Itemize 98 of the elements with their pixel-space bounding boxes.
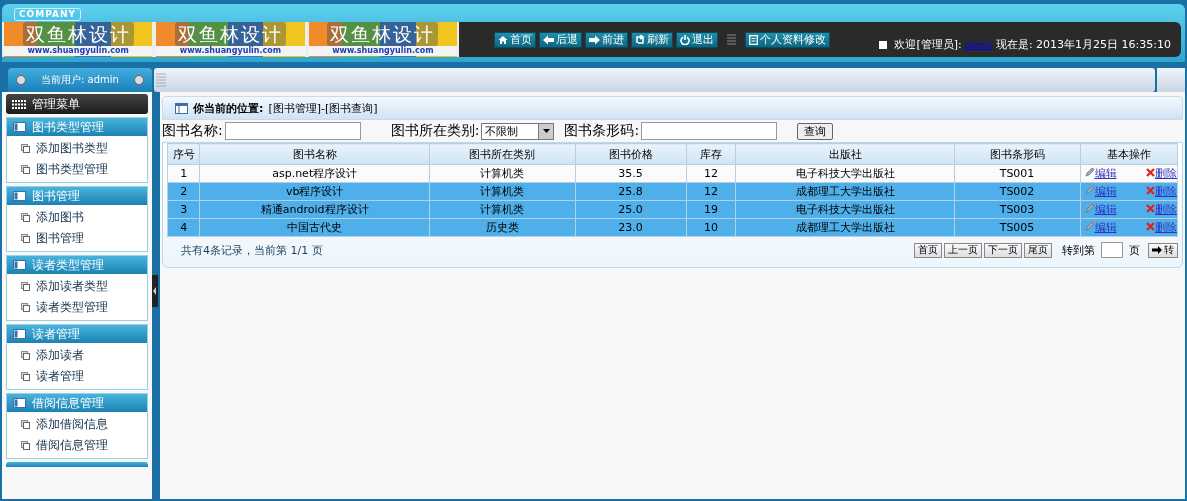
- page-icon: [21, 234, 30, 243]
- menu-item[interactable]: 读者管理: [7, 366, 147, 387]
- grid-icon: [12, 99, 26, 109]
- location-label: 你当前的位置:: [193, 100, 264, 116]
- record-summary: 共有4条记录，当前第 1/1 页: [181, 242, 323, 258]
- pencil-icon: [1084, 203, 1095, 213]
- category-dropdown[interactable]: 不限制: [481, 122, 555, 140]
- welcome-text: 欢迎[管理员]:: [894, 37, 962, 52]
- column-header: 图书条形码: [954, 143, 1080, 165]
- document-icon: [749, 34, 758, 45]
- page-icon: [21, 441, 30, 450]
- close-icon: [1146, 186, 1155, 195]
- nav-button[interactable]: 刷新: [631, 31, 673, 48]
- delete-link[interactable]: 删除: [1155, 185, 1177, 198]
- page-icon: [21, 282, 30, 291]
- close-icon: [1146, 222, 1155, 231]
- nav-button[interactable]: 退出: [676, 31, 718, 48]
- collapse-handle-icon[interactable]: [152, 275, 158, 307]
- edit-link[interactable]: 编辑: [1094, 203, 1131, 216]
- menu-item[interactable]: 添加读者类型: [7, 276, 147, 297]
- dropdown-arrow-icon: [542, 129, 550, 133]
- column-header: 序号: [167, 143, 200, 165]
- panel-icon: [13, 329, 26, 339]
- field-label: 图书所在类别:: [390, 122, 480, 140]
- column-header: 图书价格: [575, 143, 687, 165]
- panel-icon: [13, 398, 26, 408]
- column-header: 出版社: [735, 143, 955, 165]
- menu-item[interactable]: 读者类型管理: [7, 297, 147, 318]
- top-bar-end: [1157, 68, 1185, 92]
- close-icon: [1146, 168, 1155, 177]
- menu-item[interactable]: 借阅信息管理: [7, 435, 147, 456]
- page-icon: [21, 372, 30, 381]
- column-header: 图书名称: [199, 143, 430, 165]
- pencil-icon: [1084, 167, 1095, 177]
- close-icon: [1146, 204, 1155, 213]
- profile-button[interactable]: 个人资料修改: [745, 31, 830, 48]
- menu-group-header[interactable]: [6, 462, 148, 467]
- menu-item[interactable]: 添加图书: [7, 207, 147, 228]
- page-button[interactable]: 上一页: [944, 242, 982, 258]
- nav-button[interactable]: 首页: [494, 31, 536, 48]
- nav-button[interactable]: 前进: [585, 31, 628, 48]
- page-icon: [21, 144, 30, 153]
- right-arrow-icon: [589, 34, 600, 45]
- table-row[interactable]: 4 中国古代史 历史类 23.0 10 成都理工大学出版社 TS005 编辑 删除: [167, 218, 1178, 237]
- page-button[interactable]: 首页: [914, 242, 942, 258]
- panel-icon: [13, 191, 26, 201]
- column-header: 图书所在类别: [429, 143, 576, 165]
- menu-title: 管理菜单: [6, 94, 148, 114]
- page-button[interactable]: 下一页: [984, 242, 1022, 258]
- page-icon: [21, 303, 30, 312]
- page-icon: [21, 420, 30, 429]
- home-icon: [498, 34, 508, 45]
- page-icon: [21, 351, 30, 360]
- table-row[interactable]: 1 asp.net程序设计 计算机类 35.5 12 电子科技大学出版社 TS001 编辑 删除: [167, 164, 1178, 183]
- column-header: 库存: [686, 143, 736, 165]
- left-arrow-icon: [543, 34, 554, 45]
- panel-icon: [13, 122, 26, 132]
- page-number-field[interactable]: [1101, 242, 1123, 258]
- field-label: 图书条形码:: [564, 122, 640, 140]
- page-icon: [21, 213, 30, 222]
- go-button[interactable]: 转: [1148, 242, 1178, 258]
- panel-icon: [13, 260, 26, 270]
- square-icon: [879, 40, 888, 49]
- field-label: 图书名称:: [162, 122, 223, 140]
- delete-link[interactable]: 删除: [1155, 221, 1177, 234]
- column-header: 基本操作: [1080, 143, 1178, 165]
- goto-label: 转到第: [1062, 242, 1095, 258]
- menu-item[interactable]: 图书管理: [7, 228, 147, 249]
- edit-link[interactable]: 编辑: [1094, 167, 1131, 180]
- power-icon: [680, 34, 690, 45]
- menu-item[interactable]: 添加借阅信息: [7, 414, 147, 435]
- page-icon: [21, 165, 30, 174]
- delete-link[interactable]: 删除: [1155, 203, 1177, 216]
- table-row[interactable]: 3 精通android程序设计 计算机类 25.0 19 电子科技大学出版社 TS003 编辑 删除: [167, 200, 1178, 219]
- pencil-icon: [1084, 221, 1095, 231]
- menu-item[interactable]: 添加读者: [7, 345, 147, 366]
- location-path: [图书管理]-[图书查询]: [268, 100, 378, 116]
- query-button[interactable]: 查询: [797, 122, 834, 140]
- delete-link[interactable]: 删除: [1155, 167, 1177, 180]
- barcode-field[interactable]: [641, 122, 778, 140]
- grip-icon: [156, 73, 166, 87]
- nav-button[interactable]: 后退: [539, 31, 582, 48]
- current-time: 现在是: 2013年1月25日 16:35:10: [995, 37, 1171, 52]
- window-icon: [175, 102, 188, 114]
- pencil-icon: [1084, 185, 1095, 195]
- edit-link[interactable]: 编辑: [1094, 185, 1131, 198]
- page-suffix: 页: [1129, 242, 1140, 258]
- book-name-field[interactable]: [224, 122, 361, 140]
- company-label: COMPANY: [14, 8, 81, 21]
- separator-icon: [727, 33, 736, 46]
- refresh-icon: [635, 34, 645, 45]
- table-row[interactable]: 2 vb程序设计 计算机类 25.8 12 成都理工大学出版社 TS002 编辑 删除: [167, 182, 1178, 201]
- menu-item[interactable]: 添加图书类型: [7, 138, 147, 159]
- edit-link[interactable]: 编辑: [1094, 221, 1131, 234]
- menu-item[interactable]: 图书类型管理: [7, 159, 147, 180]
- right-arrow-icon: [1152, 246, 1162, 254]
- page-button[interactable]: 尾页: [1024, 242, 1052, 258]
- user-panel: 当前用户: admin: [8, 68, 152, 92]
